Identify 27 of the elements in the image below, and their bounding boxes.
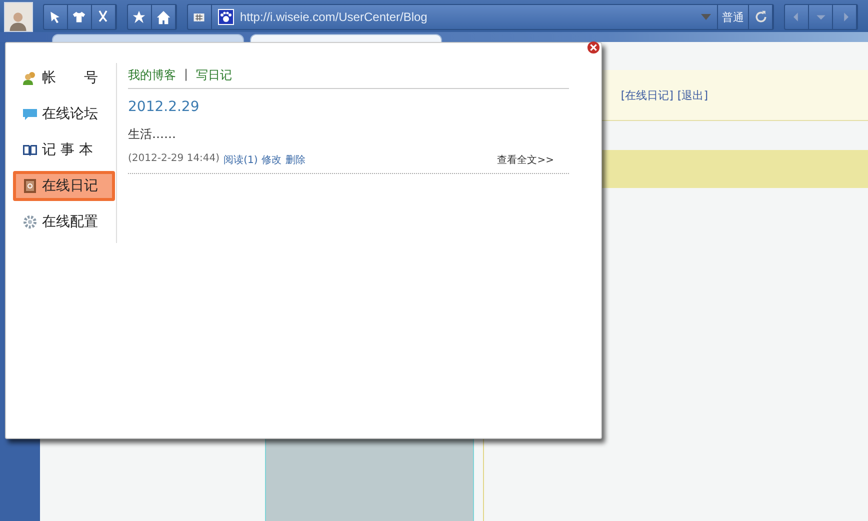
address-field[interactable]: http://i.wiseie.com/UserCenter/Blog [240,10,701,24]
my-blog-link[interactable]: 我的博客 [128,67,176,84]
users-icon [22,70,38,86]
post-title[interactable]: 2012.2.29 [128,99,200,115]
header-link[interactable]: [在线日记] [620,88,674,102]
write-diary-link[interactable]: 写日记 [196,67,232,84]
link-separator: | [184,67,188,83]
nav-item[interactable]: 在线配置 [13,207,115,237]
post-time: (2012-2-29 14:44) [128,153,220,166]
nav-item[interactable]: 在线日记 [13,171,115,201]
close-icon[interactable] [587,41,600,54]
book-icon [22,142,38,158]
header-link[interactable]: [退出] [677,88,708,102]
post-action-link[interactable]: 修改 [262,153,282,167]
post-body: 生活…… [128,126,176,143]
notebook-icon [22,178,38,194]
nav-item[interactable]: 帐 号 [13,63,115,93]
read-more-link[interactable]: 查看全文>> [497,153,554,167]
post-action-link[interactable]: 删除 [286,153,306,167]
gear-icon [22,214,38,230]
nav-item[interactable]: 在线论坛 [13,99,115,129]
post-action-link[interactable]: 阅读(1) [224,153,258,167]
mode-button[interactable]: 普通 [717,5,749,29]
speech-bubble-icon [22,106,38,122]
paw-icon [218,9,234,25]
nav-item[interactable]: 记 事 本 [13,135,115,165]
avatar-icon[interactable] [4,2,33,32]
